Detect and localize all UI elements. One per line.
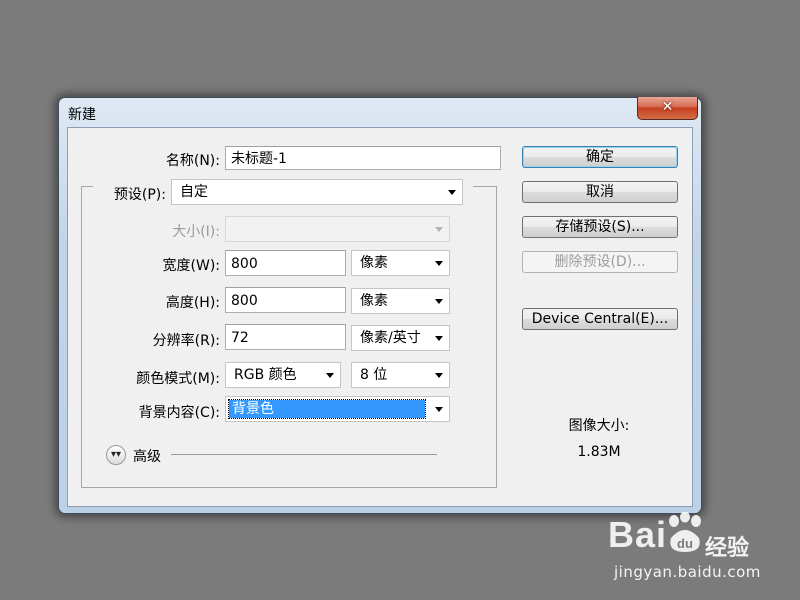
- chevron-double-down-icon: ▾▾: [110, 449, 122, 460]
- dialog-title: 新建: [68, 107, 96, 123]
- chevron-down-icon: [435, 261, 443, 266]
- chevron-down-icon: [435, 227, 443, 232]
- preset-label: 预设(P):: [113, 187, 166, 203]
- delete-preset-button: 删除预设(D)...: [522, 251, 678, 273]
- bit-depth-value: 8 位: [360, 367, 388, 383]
- chevron-down-icon: [326, 373, 334, 378]
- paw-logo-icon: du: [669, 512, 701, 552]
- advanced-label[interactable]: 高级: [133, 446, 161, 466]
- save-preset-button[interactable]: 存储预设(S)...: [522, 216, 678, 238]
- close-button[interactable]: ✕: [637, 97, 698, 120]
- bit-depth-select[interactable]: 8 位: [351, 362, 450, 388]
- image-size-value: 1.83M: [577, 444, 621, 460]
- size-select: [225, 216, 450, 242]
- background-selected-value: 背景色: [228, 399, 426, 419]
- resolution-input[interactable]: 72: [225, 324, 346, 350]
- height-label: 高度(H):: [165, 295, 220, 311]
- name-input[interactable]: 未标题-1: [225, 146, 501, 170]
- width-label: 宽度(W):: [162, 258, 220, 274]
- chevron-down-icon: [435, 373, 443, 378]
- color-mode-select[interactable]: RGB 颜色: [225, 362, 341, 388]
- advanced-divider: [171, 454, 437, 455]
- close-icon: ✕: [661, 99, 674, 115]
- height-input[interactable]: 800: [225, 287, 346, 313]
- device-central-button[interactable]: Device Central(E)...: [522, 308, 678, 330]
- paw-text: du: [677, 536, 693, 551]
- resolution-unit-value: 像素/英寸: [360, 330, 421, 346]
- width-input[interactable]: 800: [225, 250, 346, 276]
- size-label: 大小(I):: [172, 224, 220, 240]
- advanced-toggle-button[interactable]: ▾▾: [106, 445, 126, 465]
- baidu-logo-text: Bai: [608, 514, 668, 555]
- resolution-unit-select[interactable]: 像素/英寸: [351, 325, 450, 351]
- watermark-url: jingyan.baidu.com: [614, 563, 761, 581]
- chevron-down-icon: [435, 336, 443, 341]
- background-label: 背景内容(C):: [138, 405, 220, 421]
- height-unit-value: 像素: [360, 293, 388, 309]
- name-label: 名称(N):: [165, 153, 220, 169]
- chevron-down-icon: [448, 190, 456, 195]
- height-unit-select[interactable]: 像素: [351, 288, 450, 314]
- cancel-button[interactable]: 取消: [522, 181, 678, 203]
- resolution-label: 分辨率(R):: [152, 333, 220, 349]
- ok-button[interactable]: 确定: [522, 146, 678, 168]
- jingyan-logo-text: 经验: [705, 536, 750, 561]
- preset-select[interactable]: 自定: [171, 179, 463, 205]
- chevron-down-icon: [435, 407, 443, 412]
- color-mode-label: 颜色模式(M):: [136, 371, 220, 387]
- width-unit-value: 像素: [360, 255, 388, 271]
- chevron-down-icon: [435, 299, 443, 304]
- background-select[interactable]: 背景色: [225, 396, 450, 422]
- color-mode-value: RGB 颜色: [234, 367, 297, 383]
- image-size-label: 图像大小:: [568, 418, 630, 434]
- preset-value: 自定: [180, 184, 208, 200]
- width-unit-select[interactable]: 像素: [351, 250, 450, 276]
